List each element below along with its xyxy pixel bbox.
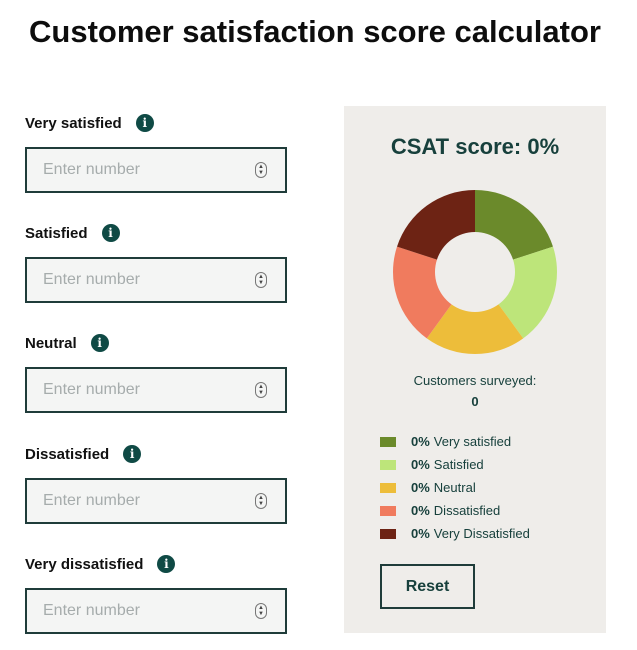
very-dissatisfied-input-box: ▲▼	[25, 588, 287, 634]
neutral-input[interactable]	[27, 369, 285, 411]
satisfied-input-box: ▲▼	[25, 257, 287, 303]
donut-slice-very-satisfied	[475, 190, 553, 260]
page-title: Customer satisfaction score calculator	[29, 14, 601, 49]
field-label: Dissatisfied i	[25, 443, 290, 465]
reset-button[interactable]: Reset	[380, 564, 475, 609]
dissatisfied-input[interactable]	[27, 480, 285, 522]
stepper-icon[interactable]: ▲ ▼	[255, 382, 267, 398]
very-satisfied-input[interactable]	[27, 149, 285, 191]
field-very-satisfied: Very satisfied i ▲▼	[25, 112, 290, 193]
legend-item: 0% Very satisfied	[380, 430, 530, 453]
legend-label: Dissatisfied	[433, 503, 501, 518]
field-label-text: Satisfied	[25, 224, 88, 242]
legend-item: 0% Satisfied	[380, 453, 530, 476]
legend-swatch	[380, 528, 396, 539]
field-label-text: Dissatisfied	[25, 445, 110, 463]
field-very-dissatisfied: Very dissatisfied i ▲▼	[25, 553, 290, 634]
legend-percent: 0%	[411, 526, 430, 541]
legend-label: Very Dissatisfied	[433, 526, 530, 541]
field-label-text: Neutral	[25, 334, 77, 352]
legend-percent: 0%	[411, 457, 430, 472]
legend: 0% Very satisfied 0% Satisfied 0% Neutra…	[380, 430, 530, 545]
dissatisfied-input-box: ▲▼	[25, 478, 287, 524]
legend-swatch	[380, 436, 396, 447]
field-dissatisfied: Dissatisfied i ▲▼	[25, 443, 290, 524]
legend-swatch	[380, 482, 396, 493]
very-satisfied-input-box: ▲▼	[25, 147, 287, 193]
legend-label: Neutral	[433, 480, 476, 495]
legend-label: Very satisfied	[433, 434, 512, 449]
stepper-icon[interactable]: ▲ ▼	[255, 162, 267, 178]
legend-item: 0% Neutral	[380, 476, 530, 499]
csat-donut-chart	[393, 190, 557, 354]
field-neutral: Neutral i ▲▼	[25, 332, 290, 413]
legend-percent: 0%	[411, 480, 430, 495]
field-label-text: Very satisfied	[25, 114, 122, 132]
legend-swatch	[380, 505, 396, 516]
info-icon[interactable]: i	[101, 224, 120, 242]
info-icon[interactable]: i	[135, 114, 154, 132]
field-label: Neutral i	[25, 332, 290, 354]
customers-surveyed-label: Customers surveyed:	[413, 373, 537, 388]
result-panel: CSAT score: 0% Customers surveyed: 0 0% …	[344, 106, 606, 633]
legend-label: Satisfied	[433, 457, 484, 472]
csat-score-heading: CSAT score: 0%	[390, 134, 560, 159]
legend-percent: 0%	[411, 503, 430, 518]
stepper-icon[interactable]: ▲ ▼	[255, 603, 267, 619]
info-icon[interactable]: i	[90, 334, 109, 352]
stepper-icon[interactable]: ▲ ▼	[255, 272, 267, 288]
customers-surveyed-value: 0	[471, 394, 479, 409]
info-icon[interactable]: i	[157, 555, 176, 573]
neutral-input-box: ▲▼	[25, 367, 287, 413]
field-label: Very satisfied i	[25, 112, 290, 134]
field-label: Very dissatisfied i	[25, 553, 290, 575]
info-icon[interactable]: i	[123, 445, 142, 463]
field-label-text: Very dissatisfied	[25, 555, 144, 573]
legend-percent: 0%	[411, 434, 430, 449]
satisfied-input[interactable]	[27, 259, 285, 301]
donut-slice-very-dissatisfied	[397, 190, 475, 260]
legend-item: 0% Very Dissatisfied	[380, 522, 530, 545]
stepper-icon[interactable]: ▲ ▼	[255, 493, 267, 509]
legend-item: 0% Dissatisfied	[380, 499, 530, 522]
very-dissatisfied-input[interactable]	[27, 590, 285, 632]
legend-swatch	[380, 459, 396, 470]
field-satisfied: Satisfied i ▲▼	[25, 222, 290, 303]
field-label: Satisfied i	[25, 222, 290, 244]
